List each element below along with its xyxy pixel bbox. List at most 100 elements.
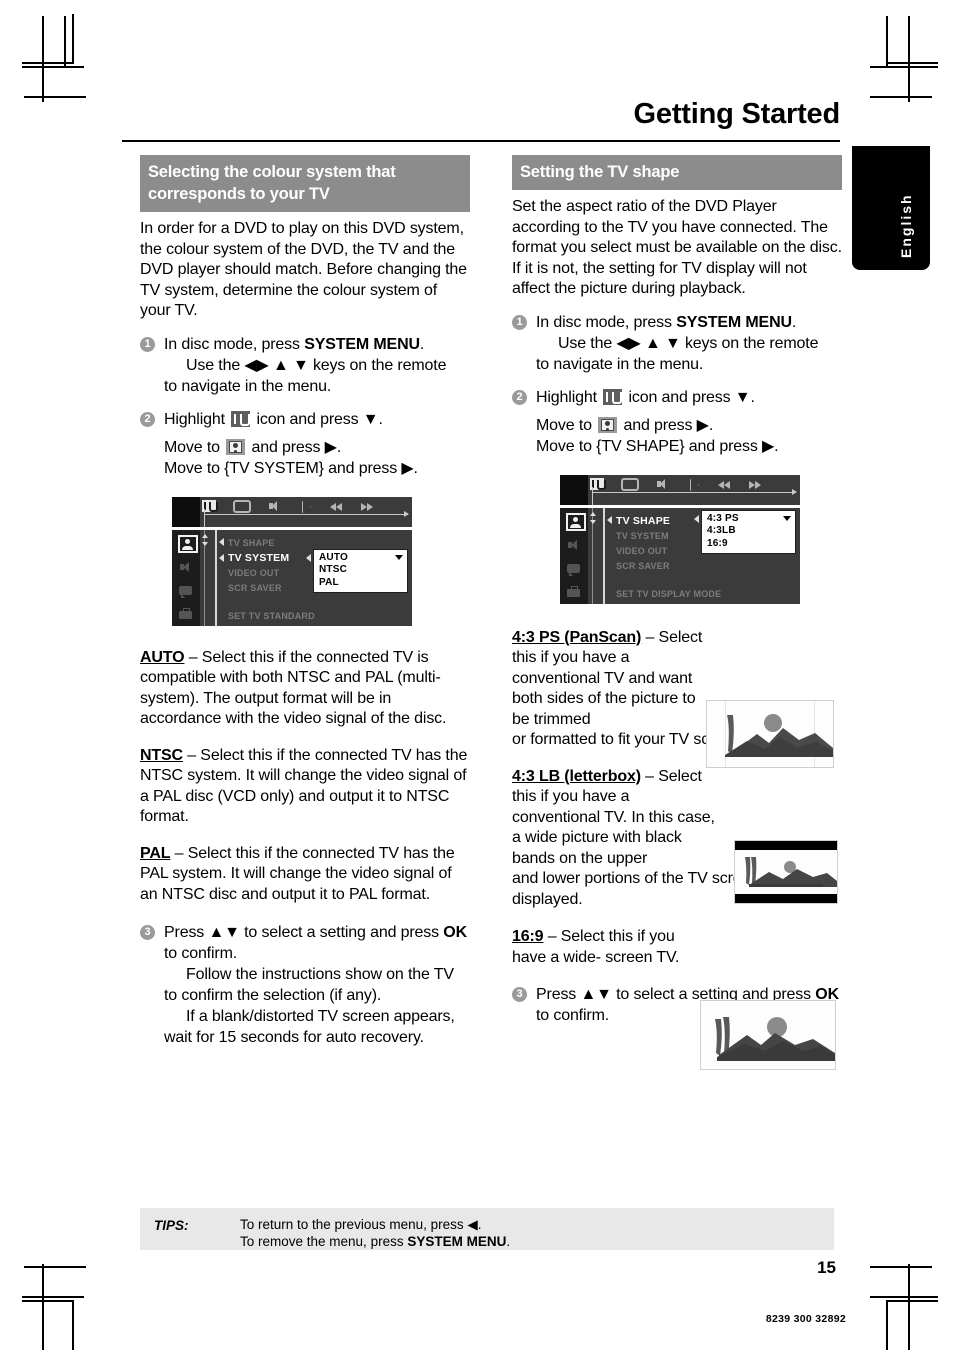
- left-step-2-move1: Move to and press ▶.: [164, 437, 470, 458]
- tools-icon: [603, 388, 623, 405]
- right-osd-divider: [603, 507, 605, 604]
- right-osd-toolbar-tick: [592, 486, 593, 505]
- crop-mark-tr2-v: [908, 16, 910, 102]
- left-osd-toolbar-blank: [172, 496, 200, 527]
- right-step-2-pre: Highlight: [536, 388, 602, 406]
- left-osd-pointer-top: [219, 537, 224, 546]
- left-step-1-line2: Use the ◀▶ ▲ ▼ keys on the remote: [186, 356, 447, 374]
- display-settings-icon: [178, 534, 198, 553]
- left-step-2-move1-pre: Move to: [164, 438, 225, 456]
- right-step-2: 2 Highlight icon and press ▼. Move to an…: [512, 387, 842, 457]
- right-osd-footer: SET TV DISPLAY MODE: [616, 588, 722, 599]
- definition-auto-term: AUTO: [140, 648, 185, 666]
- language-settings-icon: [566, 562, 582, 576]
- left-osd-toolbar: [172, 496, 412, 527]
- right-osd-option-169[interactable]: 16:9: [707, 538, 791, 551]
- right-section-heading: Setting the TV shape: [512, 155, 842, 190]
- crop-mark-tl3-v: [64, 16, 66, 66]
- panscan-artwork: [725, 714, 833, 757]
- crop-mark-bl-h: [22, 1300, 74, 1302]
- widescreen-thumbnail: [700, 1000, 836, 1070]
- crop-mark-tr2-h: [870, 66, 938, 68]
- audio-settings-icon: [178, 560, 194, 574]
- left-osd-option-ntsc[interactable]: NTSC: [319, 564, 403, 577]
- right-osd-menu-item-scr-saver[interactable]: SCR SAVER: [616, 559, 796, 574]
- tips-line-2-pre: To remove the menu, press: [240, 1233, 408, 1249]
- left-osd-dropdown-pointer: [306, 553, 311, 562]
- crop-mark-tr-h: [886, 62, 938, 64]
- letterbox-artwork: [745, 857, 837, 887]
- crop-mark-br2-h: [870, 1296, 938, 1298]
- left-step-1-line1: In disc mode, press SYSTEM MENU.: [164, 334, 470, 355]
- left-osd-screenshot: TV SHAPE TV SYSTEM VIDEO OUT SCR SAVER S…: [172, 496, 412, 626]
- definition-auto: AUTO – Select this if the connected TV i…: [140, 648, 470, 730]
- right-osd-dropdown: 4:3 PS 4:3LB 16:9: [701, 509, 796, 554]
- right-osd-option-43lb[interactable]: 4:3LB: [707, 525, 791, 538]
- definition-169: 16:9 – Select this if you have a wide- s…: [512, 927, 687, 968]
- left-step-3-pre: Press ▲▼ to select a setting and press: [164, 924, 444, 941]
- tips-box: TIPS: To return to the previous menu, pr…: [140, 1208, 834, 1250]
- crop-mark-tl4-h: [24, 96, 86, 98]
- right-step-1: 1 In disc mode, press SYSTEM MENU. Use t…: [512, 312, 842, 375]
- preferences-icon: [178, 607, 194, 622]
- chevron-down-icon: [783, 515, 791, 521]
- left-intro-paragraph: In order for a DVD to play on this DVD s…: [140, 220, 467, 319]
- right-step-2-number: 2: [512, 389, 527, 405]
- language-tab: English: [852, 146, 930, 270]
- display-settings-icon: [226, 438, 246, 455]
- left-step-2-move2: Move to {TV SYSTEM} and press ▶.: [164, 459, 418, 477]
- left-step-3-post: to confirm.: [164, 945, 238, 962]
- left-osd-scroll-indicator: [202, 529, 208, 626]
- left-step-1-bold: SYSTEM MENU: [304, 335, 420, 353]
- chevron-down-icon: [395, 554, 403, 560]
- page-number: 15: [817, 1258, 836, 1277]
- left-step-1: 1 In disc mode, press SYSTEM MENU. Use t…: [140, 334, 470, 397]
- display-settings-icon: [598, 416, 618, 433]
- panscan-thumbnail: [706, 700, 834, 768]
- left-step-3-bold: OK: [443, 924, 467, 941]
- crop-mark-tl-h: [22, 62, 74, 64]
- definition-43lb: 4:3 LB (letterbox) – Select this if you …: [512, 767, 720, 870]
- crop-mark-tl-v: [72, 14, 74, 64]
- crop-mark-br3-h: [870, 1266, 932, 1268]
- left-step-1-number: 1: [140, 336, 155, 352]
- right-step-2-move1-post: and press ▶.: [619, 416, 714, 434]
- play-icon: [687, 478, 701, 491]
- definition-43ps: 4:3 PS (PanScan) – Select this if you ha…: [512, 628, 708, 731]
- display-icon: [233, 500, 251, 513]
- right-osd-screenshot: TV SHAPE TV SYSTEM VIDEO OUT SCR SAVER S…: [560, 474, 800, 604]
- right-osd-scroll-indicator: [590, 507, 596, 604]
- forward-icon: [361, 500, 375, 512]
- crop-mark-tl2-h: [22, 66, 84, 68]
- tips-line-2-post: .: [506, 1233, 511, 1249]
- right-step-2-highlight: Highlight icon and press ▼.: [536, 387, 842, 408]
- right-osd-dropdown-pointer: [694, 514, 699, 523]
- right-step-3-post: to confirm.: [536, 1007, 610, 1024]
- right-osd-body: TV SHAPE TV SYSTEM VIDEO OUT SCR SAVER S…: [560, 507, 800, 604]
- left-osd-option-pal[interactable]: PAL: [319, 577, 403, 590]
- right-step-1-line2: Use the ◀▶ ▲ ▼ keys on the remote: [558, 334, 819, 352]
- right-step-3-number: 3: [512, 987, 527, 1002]
- crop-mark-br2-v: [908, 1264, 910, 1350]
- audio-icon: [656, 478, 670, 490]
- left-step-2: 2 Highlight icon and press ▼. Move to an…: [140, 409, 470, 479]
- left-step-1-post: .: [419, 335, 425, 353]
- left-osd-toolbar-icons: [202, 500, 408, 513]
- right-step-1-pre: In disc mode, press: [536, 313, 677, 331]
- left-osd-footer: SET TV STANDARD: [228, 610, 315, 621]
- tips-line-1: To return to the previous menu, press ◀.: [240, 1217, 482, 1232]
- left-osd-option-auto[interactable]: AUTO: [319, 552, 403, 565]
- crop-mark-tr3-h: [870, 96, 932, 98]
- right-osd-option-43ps[interactable]: 4:3 PS: [707, 513, 791, 526]
- right-osd-toolbar-rule: [592, 488, 797, 495]
- page-title: Getting Started: [633, 98, 841, 130]
- left-step-2-highlight: Highlight icon and press ▼.: [164, 409, 470, 430]
- left-column: Selecting the colour system that corresp…: [140, 155, 470, 1048]
- right-step-2-post: icon and press ▼.: [624, 388, 755, 406]
- right-step-1-bold: SYSTEM MENU: [676, 313, 792, 331]
- left-osd-toolbar-rule: [204, 510, 409, 517]
- widescreen-artwork: [715, 1017, 835, 1061]
- forward-icon: [749, 478, 763, 490]
- right-step-3-pre: Press ▲▼ to select a: [536, 986, 692, 1003]
